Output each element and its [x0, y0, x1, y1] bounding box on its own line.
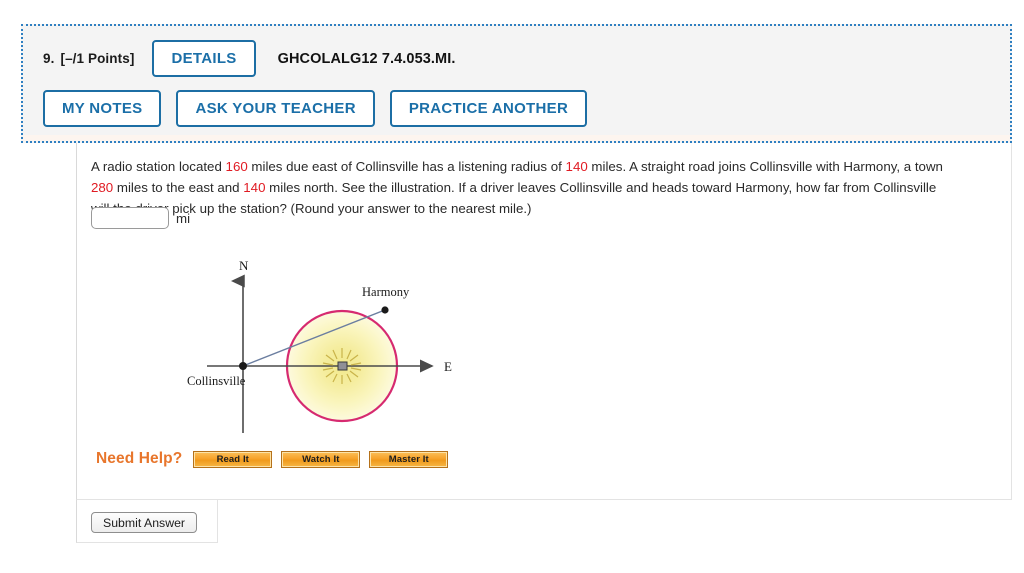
read-it-button[interactable]: Read It — [193, 450, 273, 468]
question-header-bottom-strip — [23, 135, 1010, 141]
my-notes-button[interactable]: MY NOTES — [43, 90, 162, 127]
practice-another-button[interactable]: PRACTICE ANOTHER — [389, 90, 588, 127]
question-text-segment-4: miles to the east and — [113, 180, 244, 196]
question-value-radius-140: 140 — [565, 159, 588, 175]
details-button[interactable]: DETAILS — [152, 40, 256, 77]
question-header-box: 9. [–/1 Points] DETAILS GHCOLALG12 7.4.0… — [21, 24, 1012, 143]
need-help-label: Need Help? — [96, 450, 183, 467]
question-text: A radio station located 160 miles due ea… — [91, 156, 951, 219]
question-text-segment-2: miles due east of Collinsville has a lis… — [247, 159, 566, 175]
question-code: GHCOLALG12 7.4.053.MI. — [277, 50, 456, 67]
question-text-segment-3: miles. A straight road joins Collinsvill… — [587, 159, 943, 175]
collinsville-point — [239, 362, 247, 370]
submit-panel: Submit Answer — [76, 500, 218, 543]
watch-it-button[interactable]: Watch It — [281, 450, 361, 468]
east-label: E — [444, 359, 452, 374]
master-it-button[interactable]: Master It — [369, 450, 449, 468]
points-label: [–/1 Points] — [60, 51, 135, 66]
question-header-row-buttons: MY NOTES ASK YOUR TEACHER PRACTICE ANOTH… — [43, 90, 588, 127]
question-body-panel: A radio station located 160 miles due ea… — [76, 143, 1012, 500]
harmony-point — [381, 306, 389, 314]
question-header-row-top: 9. [–/1 Points] DETAILS GHCOLALG12 7.4.0… — [43, 40, 455, 77]
ask-your-teacher-button[interactable]: ASK YOUR TEACHER — [176, 90, 375, 127]
answer-input[interactable] — [91, 207, 169, 229]
need-help-section: Need Help? Read It Watch It Master It — [96, 450, 457, 468]
question-number: 9. — [43, 51, 55, 66]
problem-illustration: N E Collinsville Harmony — [187, 248, 507, 448]
harmony-label: Harmony — [362, 285, 410, 299]
radio-tower-box — [337, 361, 348, 371]
question-value-north-140: 140 — [243, 180, 266, 196]
question-text-segment-1: A radio station located — [91, 159, 226, 175]
answer-row: mi — [91, 207, 190, 229]
collinsville-label: Collinsville — [187, 374, 246, 388]
submit-answer-button[interactable]: Submit Answer — [91, 512, 198, 533]
answer-unit-label: mi — [176, 210, 191, 226]
question-value-160: 160 — [225, 159, 248, 175]
question-value-280: 280 — [91, 180, 114, 196]
illustration-svg: N E Collinsville Harmony — [187, 258, 452, 433]
north-label: N — [239, 258, 249, 273]
